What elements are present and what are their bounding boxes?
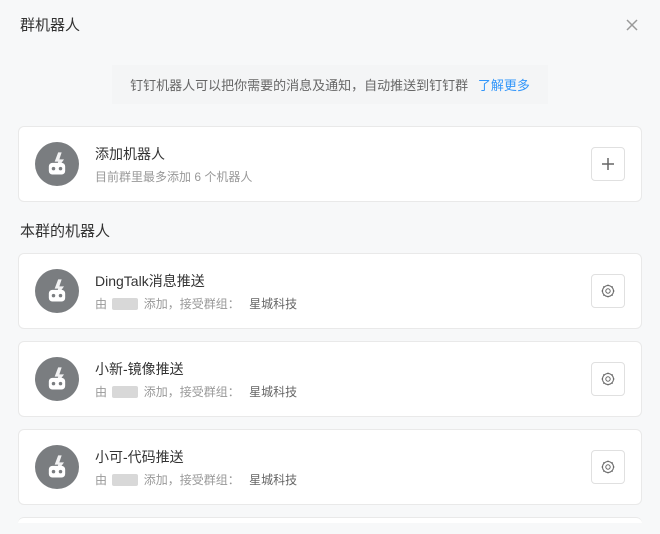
add-robot-sub: 目前群里最多添加 6 个机器人	[95, 168, 591, 185]
robot-meta: 由 添加，接受群组： 星城科技	[95, 471, 591, 488]
settings-button[interactable]	[591, 450, 625, 484]
robot-body: 小新-镜像推送 由 添加，接受群组： 星城科技	[95, 359, 591, 400]
gear-icon	[600, 371, 616, 387]
redacted-name	[112, 298, 138, 310]
meta-group: 星城科技	[249, 297, 297, 311]
add-button[interactable]	[591, 147, 625, 181]
robot-meta: 由 添加，接受群组： 星城科技	[95, 383, 591, 400]
dialog-header: 群机器人	[0, 0, 660, 49]
robot-meta: 由 添加，接受群组： 星城科技	[95, 295, 591, 312]
settings-button[interactable]	[591, 274, 625, 308]
robot-item[interactable]: 小新-镜像推送 由 添加，接受群组： 星城科技	[18, 341, 642, 417]
robot-name: 小可-代码推送	[95, 447, 591, 467]
gear-icon	[600, 459, 616, 475]
meta-mid: 添加，接受群组：	[144, 385, 240, 399]
section-title: 本群的机器人	[20, 220, 642, 241]
robot-icon	[43, 150, 71, 178]
robot-body: DingTalk消息推送 由 添加，接受群组： 星城科技	[95, 271, 591, 312]
close-button[interactable]	[624, 17, 640, 33]
robot-item-partial	[18, 517, 642, 523]
meta-mid: 添加，接受群组：	[144, 297, 240, 311]
banner-text: 钉钉机器人可以把你需要的消息及通知，自动推送到钉钉群	[130, 78, 468, 93]
info-banner: 钉钉机器人可以把你需要的消息及通知，自动推送到钉钉群 了解更多	[112, 65, 548, 104]
robot-body: 小可-代码推送 由 添加，接受群组： 星城科技	[95, 447, 591, 488]
robot-avatar	[35, 357, 79, 401]
robot-avatar	[35, 269, 79, 313]
plus-icon	[600, 156, 616, 172]
meta-prefix: 由	[95, 297, 107, 311]
gear-icon	[600, 283, 616, 299]
meta-prefix: 由	[95, 385, 107, 399]
redacted-name	[112, 386, 138, 398]
learn-more-link[interactable]: 了解更多	[478, 78, 530, 93]
add-robot-body: 添加机器人 目前群里最多添加 6 个机器人	[95, 144, 591, 185]
content-area: 添加机器人 目前群里最多添加 6 个机器人 本群的机器人 DingTalk消息推…	[0, 126, 660, 523]
meta-group: 星城科技	[249, 473, 297, 487]
dialog-title: 群机器人	[20, 14, 80, 35]
robot-item[interactable]: 小可-代码推送 由 添加，接受群组： 星城科技	[18, 429, 642, 505]
robot-icon	[43, 453, 71, 481]
robot-avatar	[35, 142, 79, 186]
meta-group: 星城科技	[249, 385, 297, 399]
redacted-name	[112, 474, 138, 486]
robot-icon	[43, 365, 71, 393]
meta-prefix: 由	[95, 473, 107, 487]
robot-name: 小新-镜像推送	[95, 359, 591, 379]
meta-mid: 添加，接受群组：	[144, 473, 240, 487]
add-robot-title: 添加机器人	[95, 144, 591, 164]
add-robot-card[interactable]: 添加机器人 目前群里最多添加 6 个机器人	[18, 126, 642, 202]
robot-avatar	[35, 445, 79, 489]
robot-icon	[43, 277, 71, 305]
close-icon	[625, 18, 639, 32]
settings-button[interactable]	[591, 362, 625, 396]
robot-item[interactable]: DingTalk消息推送 由 添加，接受群组： 星城科技	[18, 253, 642, 329]
robot-name: DingTalk消息推送	[95, 271, 591, 291]
